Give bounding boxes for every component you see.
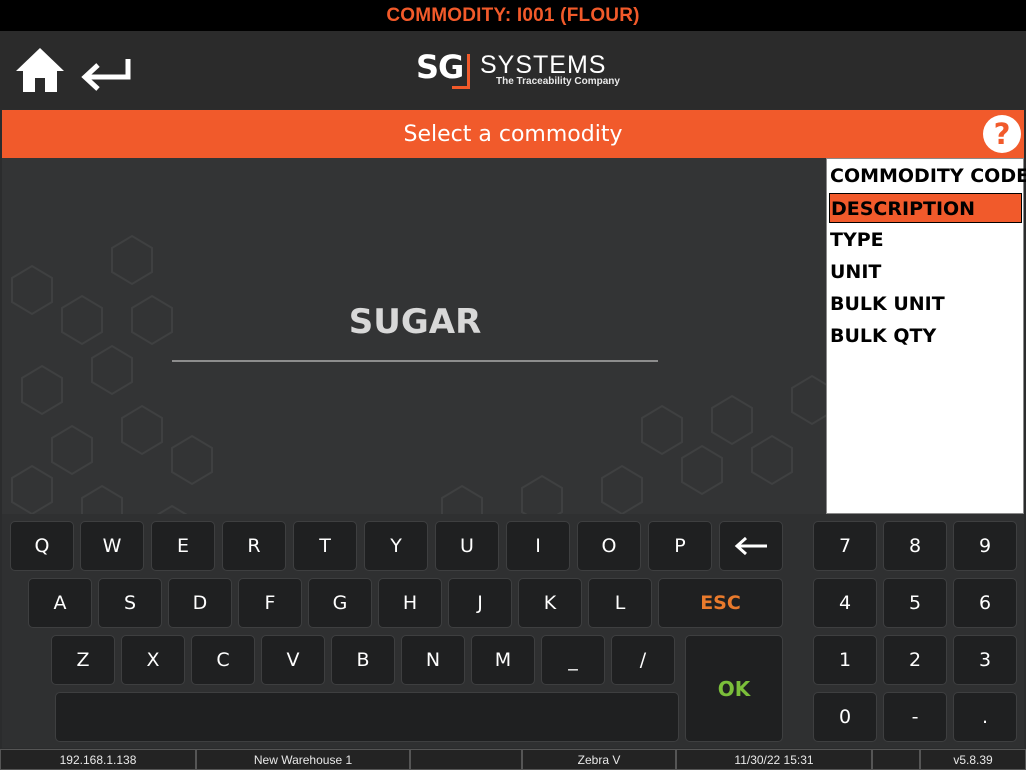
key-k[interactable]: K (518, 578, 582, 628)
key-b[interactable]: B (331, 635, 395, 685)
backspace-key[interactable] (719, 521, 783, 571)
key-5[interactable]: 5 (883, 578, 947, 628)
key-2[interactable]: 2 (883, 635, 947, 685)
logo-bracket (452, 54, 470, 89)
key-v[interactable]: V (261, 635, 325, 685)
field-type[interactable]: TYPE (829, 225, 1022, 255)
key-o[interactable]: O (577, 521, 641, 571)
key-8[interactable]: 8 (883, 521, 947, 571)
status-empty (410, 749, 522, 770)
input-underline (172, 360, 658, 362)
key-p[interactable]: P (648, 521, 712, 571)
key-6[interactable]: 6 (953, 578, 1017, 628)
key-h[interactable]: H (378, 578, 442, 628)
key-x[interactable]: X (121, 635, 185, 685)
header: SG SYSTEMS The Traceability Company (0, 31, 1026, 109)
status-datetime: 11/30/22 15:31 (676, 749, 872, 770)
field-commodity-code[interactable]: COMMODITY CODE (829, 161, 1026, 191)
status-bar: 192.168.1.138 New Warehouse 1 Zebra V 11… (0, 749, 1026, 770)
ok-button[interactable]: OK (685, 635, 783, 742)
esc-key[interactable]: ESC (658, 578, 783, 628)
sg-systems-logo: SG SYSTEMS The Traceability Company (414, 48, 624, 96)
key-r[interactable]: R (222, 521, 286, 571)
home-button[interactable] (14, 45, 66, 95)
page-title: Select a commodity (403, 121, 623, 147)
help-icon: ? (993, 117, 1011, 151)
key-0[interactable]: 0 (813, 692, 877, 742)
key-m[interactable]: M (471, 635, 535, 685)
key-decimal[interactable]: . (953, 692, 1017, 742)
key-4[interactable]: 4 (813, 578, 877, 628)
key-7[interactable]: 7 (813, 521, 877, 571)
status-warehouse: New Warehouse 1 (196, 749, 410, 770)
status-version: v5.8.39 (920, 749, 1026, 770)
prompt-bar: Select a commodity ? (2, 110, 1024, 158)
key-minus[interactable]: - (883, 692, 947, 742)
field-unit[interactable]: UNIT (829, 257, 1022, 287)
status-printer: Zebra V (522, 749, 676, 770)
field-description[interactable]: DESCRIPTION (829, 193, 1022, 223)
key-d[interactable]: D (168, 578, 232, 628)
key-z[interactable]: Z (51, 635, 115, 685)
key-q[interactable]: Q (10, 521, 74, 571)
key-1[interactable]: 1 (813, 635, 877, 685)
commodity-title: COMMODITY: I001 (FLOUR) (386, 4, 640, 26)
backspace-arrow-icon (734, 536, 767, 556)
key-n[interactable]: N (401, 635, 465, 685)
key-i[interactable]: I (506, 521, 570, 571)
key-g[interactable]: G (308, 578, 372, 628)
key-c[interactable]: C (191, 635, 255, 685)
back-button[interactable] (78, 53, 134, 93)
status-ip-address: 192.168.1.138 (0, 749, 196, 770)
key-slash[interactable]: / (611, 635, 675, 685)
commodity-search-input[interactable]: SUGAR (172, 302, 658, 342)
commodity-title-bar: COMMODITY: I001 (FLOUR) (0, 0, 1026, 31)
key-u[interactable]: U (435, 521, 499, 571)
field-bulk-qty[interactable]: BULK QTY (829, 321, 1022, 351)
search-field-list: COMMODITY CODE DESCRIPTION TYPE UNIT BUL… (826, 158, 1026, 514)
key-f[interactable]: F (238, 578, 302, 628)
field-bulk-unit[interactable]: BULK UNIT (829, 289, 1022, 319)
on-screen-keyboard: Q W E R T Y U I O P A S D F G H J K L ES… (2, 514, 1024, 748)
key-w[interactable]: W (80, 521, 144, 571)
help-button[interactable]: ? (983, 115, 1021, 153)
key-t[interactable]: T (293, 521, 357, 571)
key-underscore[interactable]: _ (541, 635, 605, 685)
key-e[interactable]: E (151, 521, 215, 571)
key-s[interactable]: S (98, 578, 162, 628)
status-empty-2 (872, 749, 920, 770)
back-arrow-icon (81, 59, 131, 91)
key-3[interactable]: 3 (953, 635, 1017, 685)
space-bar[interactable] (55, 692, 679, 742)
key-9[interactable]: 9 (953, 521, 1017, 571)
key-j[interactable]: J (448, 578, 512, 628)
logo-tagline: The Traceability Company (496, 76, 620, 87)
key-a[interactable]: A (28, 578, 92, 628)
home-icon (16, 48, 64, 92)
key-y[interactable]: Y (364, 521, 428, 571)
key-l[interactable]: L (588, 578, 652, 628)
